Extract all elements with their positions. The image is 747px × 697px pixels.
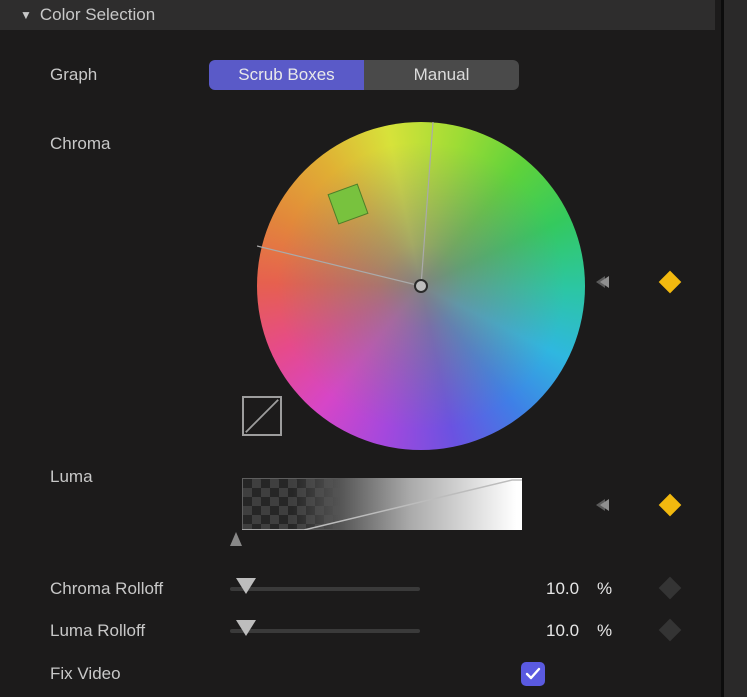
luma-label: Luma bbox=[50, 467, 93, 487]
luma-rolloff-slider[interactable] bbox=[230, 629, 420, 633]
luma-keyframe-button[interactable] bbox=[659, 494, 682, 517]
section-header[interactable]: ▼ Color Selection bbox=[0, 0, 715, 30]
chroma-rolloff-slider[interactable] bbox=[230, 587, 420, 591]
chroma-rolloff-value[interactable]: 10.0 bbox=[546, 579, 579, 599]
luma-range-handle[interactable] bbox=[230, 532, 242, 546]
checkmark-icon bbox=[525, 666, 541, 682]
chroma-rolloff-label: Chroma Rolloff bbox=[50, 579, 230, 599]
chroma-curve-icon[interactable] bbox=[242, 396, 282, 436]
chroma-label: Chroma bbox=[50, 134, 110, 154]
chroma-wheel-center[interactable] bbox=[414, 279, 428, 293]
chroma-rolloff-row: Chroma Rolloff 10.0 % bbox=[50, 576, 710, 602]
luma-rolloff-knob[interactable] bbox=[236, 620, 256, 636]
right-edge-bar bbox=[723, 0, 747, 697]
color-selection-panel: ▼ Color Selection Graph Scrub Boxes Manu… bbox=[0, 0, 715, 697]
fix-video-checkbox[interactable] bbox=[521, 662, 545, 686]
luma-rolloff-unit: % bbox=[597, 621, 612, 641]
luma-rolloff-row: Luma Rolloff 10.0 % bbox=[50, 618, 710, 644]
chroma-rolloff-unit: % bbox=[597, 579, 612, 599]
luma-curve-line bbox=[242, 478, 522, 530]
fix-video-label: Fix Video bbox=[50, 664, 121, 684]
chroma-keyframe-button[interactable] bbox=[659, 271, 682, 294]
luma-rolloff-label: Luma Rolloff bbox=[50, 621, 230, 641]
chroma-reset-button[interactable] bbox=[596, 273, 618, 291]
graph-mode-scrub-boxes[interactable]: Scrub Boxes bbox=[209, 60, 364, 90]
graph-mode-segmented: Scrub Boxes Manual bbox=[209, 60, 519, 90]
luma-rolloff-value[interactable]: 10.0 bbox=[546, 621, 579, 641]
chroma-wheel[interactable] bbox=[257, 122, 585, 450]
graph-mode-manual[interactable]: Manual bbox=[364, 60, 519, 90]
right-edge-divider bbox=[721, 0, 724, 697]
graph-label: Graph bbox=[50, 65, 97, 85]
luma-reset-button[interactable] bbox=[596, 496, 618, 514]
section-title: Color Selection bbox=[40, 5, 155, 25]
disclosure-triangle-icon[interactable]: ▼ bbox=[20, 8, 32, 22]
luma-gradient[interactable] bbox=[242, 478, 522, 530]
chroma-rolloff-knob[interactable] bbox=[236, 578, 256, 594]
